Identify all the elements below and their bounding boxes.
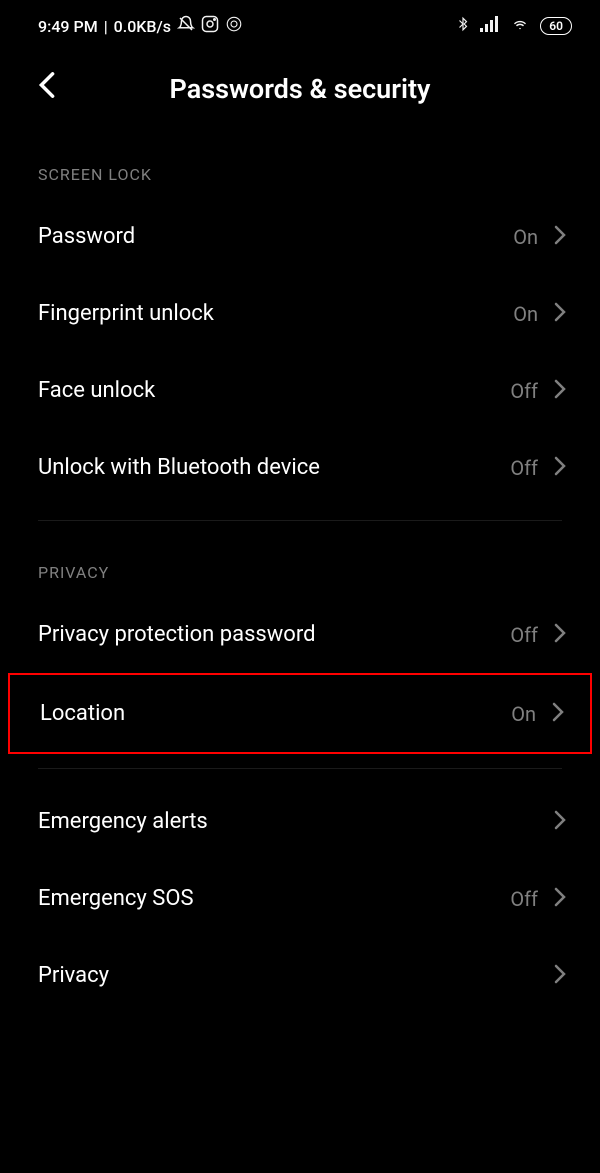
setting-value: Off (510, 623, 538, 647)
status-right: 60 (456, 15, 572, 37)
chevron-right-icon (554, 964, 566, 988)
setting-emergency-alerts[interactable]: Emergency alerts (0, 783, 600, 860)
page-title: Passwords & security (170, 73, 431, 105)
divider (38, 768, 562, 769)
setting-label: Face unlock (38, 378, 155, 403)
section-header-screen-lock: SCREEN LOCK (0, 137, 600, 198)
status-bar: 9:49 PM | 0.0KB/s 60 (0, 0, 600, 47)
bluetooth-icon (456, 15, 470, 37)
app-icon (225, 15, 243, 37)
setting-label: Password (38, 224, 135, 249)
setting-value: On (513, 302, 538, 326)
setting-label: Location (40, 701, 125, 726)
back-button[interactable] (38, 71, 68, 107)
chevron-right-icon (554, 810, 566, 834)
section-header-privacy: PRIVACY (0, 535, 600, 596)
setting-privacy-protection[interactable]: Privacy protection password Off (0, 596, 600, 673)
setting-label: Emergency SOS (38, 886, 194, 911)
status-separator: | (104, 17, 108, 36)
chevron-right-icon (554, 887, 566, 911)
setting-face-unlock[interactable]: Face unlock Off (0, 352, 600, 429)
setting-value: Off (510, 456, 538, 480)
instagram-icon (201, 15, 219, 37)
setting-emergency-sos[interactable]: Emergency SOS Off (0, 860, 600, 937)
setting-password[interactable]: Password On (0, 198, 600, 275)
setting-label: Privacy protection password (38, 622, 316, 647)
setting-label: Privacy (38, 963, 109, 988)
setting-label: Emergency alerts (38, 809, 208, 834)
chevron-right-icon (554, 302, 566, 326)
wifi-icon (510, 16, 530, 36)
status-time: 9:49 PM (38, 17, 98, 36)
chevron-right-icon (554, 456, 566, 480)
status-data-speed: 0.0KB/s (114, 17, 171, 36)
battery-indicator: 60 (540, 17, 572, 35)
setting-fingerprint[interactable]: Fingerprint unlock On (0, 275, 600, 352)
setting-bluetooth-unlock[interactable]: Unlock with Bluetooth device Off (0, 429, 600, 506)
divider (38, 520, 562, 521)
setting-privacy[interactable]: Privacy (0, 937, 600, 1014)
status-left: 9:49 PM | 0.0KB/s (38, 15, 243, 37)
chevron-right-icon (554, 225, 566, 249)
setting-location[interactable]: Location On (8, 673, 592, 754)
setting-value: On (513, 225, 538, 249)
chevron-right-icon (554, 623, 566, 647)
chevron-right-icon (552, 702, 564, 726)
signal-icon (480, 16, 500, 36)
chevron-right-icon (554, 379, 566, 403)
setting-label: Unlock with Bluetooth device (38, 455, 320, 480)
setting-value: Off (510, 887, 538, 911)
setting-value: On (511, 702, 536, 726)
page-header: Passwords & security (0, 47, 600, 137)
mute-icon (177, 15, 195, 37)
setting-value: Off (510, 379, 538, 403)
setting-label: Fingerprint unlock (38, 301, 214, 326)
